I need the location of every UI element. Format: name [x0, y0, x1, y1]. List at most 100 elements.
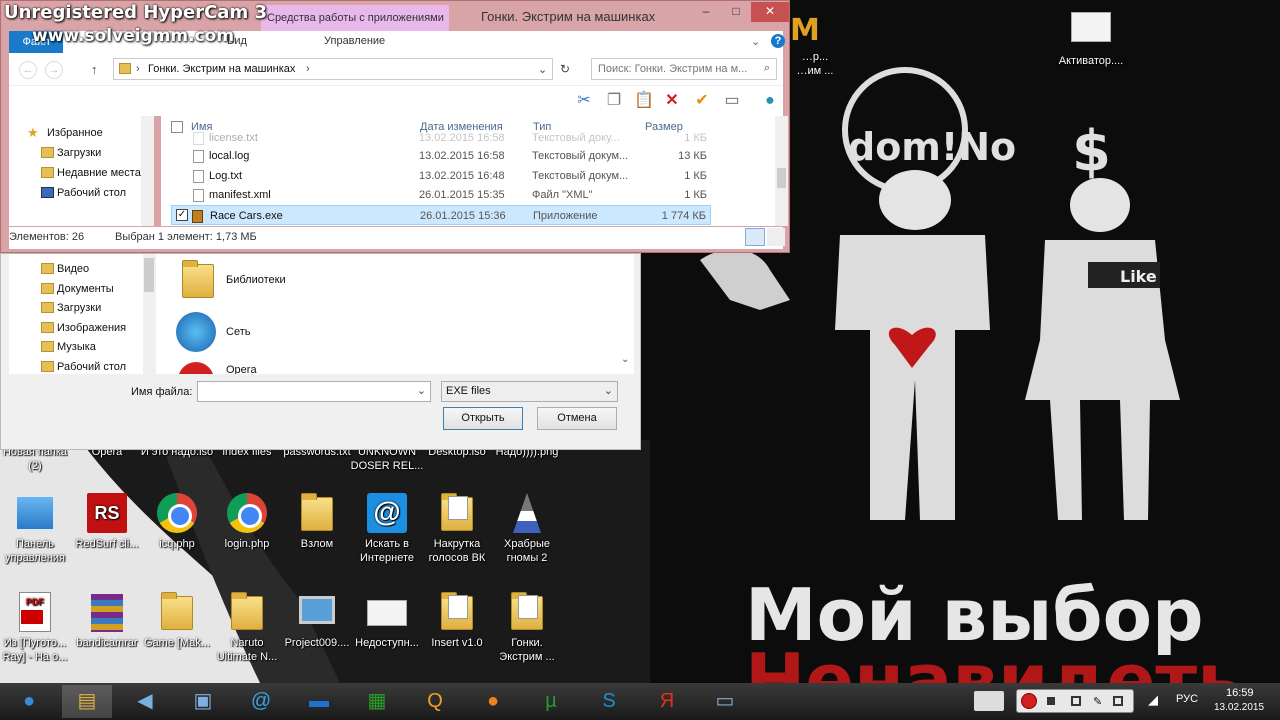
- desktop-icon[interactable]: Накрутка голосов ВК: [420, 493, 494, 565]
- file-type-select[interactable]: EXE files ⌄: [441, 381, 618, 402]
- file-row[interactable]: ✓ Race Cars.exe 26.01.2015 15:36 Приложение…: [171, 205, 711, 225]
- dialog-nav-item[interactable]: Документы: [41, 280, 114, 298]
- dialog-nav-item[interactable]: Загрузки: [41, 299, 101, 317]
- desktop-icon[interactable]: Naruto Ultimate N...: [210, 592, 284, 664]
- desktop-icon[interactable]: Храбрые гномы 2: [490, 493, 564, 565]
- clock-time[interactable]: 16:59: [1226, 687, 1254, 699]
- properties-icon[interactable]: ▭: [721, 90, 743, 112]
- nav-item-recent[interactable]: Недавние места: [41, 164, 141, 182]
- utorrent-icon[interactable]: µ: [526, 685, 576, 718]
- store-app-icon[interactable]: ▦: [352, 685, 402, 718]
- nav-scrollbar[interactable]: [141, 116, 154, 226]
- desktop-icon[interactable]: login.php: [210, 493, 284, 551]
- tab-manage[interactable]: Управление: [324, 35, 385, 47]
- desktop-icon[interactable]: Game [Mak...: [140, 592, 214, 650]
- refresh-icon[interactable]: ↻: [560, 62, 570, 76]
- row-checkbox[interactable]: ✓: [176, 209, 188, 221]
- activator-app-icon[interactable]: ▭: [700, 685, 750, 718]
- minimize-button[interactable]: –: [693, 2, 719, 22]
- nav-item-downloads[interactable]: Загрузки: [41, 144, 101, 162]
- desktop-icon[interactable]: Project009....: [280, 592, 354, 650]
- item-libraries[interactable]: Библиотеки: [226, 274, 286, 286]
- desktop-icon[interactable]: Insert v1.0: [420, 592, 494, 650]
- desktop-icon[interactable]: RS RedSurf cli...: [70, 493, 144, 551]
- dialog-nav-item[interactable]: Музыка: [41, 338, 96, 356]
- maximize-button[interactable]: □: [723, 2, 749, 22]
- file-row[interactable]: manifest.xml 26.01.2015 15:35 Файл "XML" 1 …: [171, 185, 711, 205]
- back-button[interactable]: ←: [19, 61, 37, 79]
- screen-app-icon[interactable]: ▣: [178, 685, 228, 718]
- search-app-icon[interactable]: Q: [410, 685, 460, 718]
- scrollbar-thumb[interactable]: [144, 258, 154, 292]
- chevron-down-icon[interactable]: ⌄: [538, 63, 547, 76]
- pause-icon[interactable]: [1021, 693, 1037, 709]
- file-row[interactable]: Log.txt 13.02.2015 16:48 Текстовый докум..…: [171, 166, 711, 186]
- window-icon[interactable]: [1071, 696, 1081, 706]
- desktop-icon[interactable]: icq.php: [140, 493, 214, 551]
- open-button[interactable]: Открыть: [443, 407, 523, 430]
- chevron-right-icon[interactable]: ›: [306, 63, 310, 75]
- address-bar[interactable]: › Гонки. Экстрим на машинках › ⌄: [113, 58, 553, 80]
- speaker-app-icon[interactable]: ◀: [120, 685, 170, 718]
- dialog-nav-scrollbar[interactable]: [143, 254, 155, 374]
- delete-icon[interactable]: ✕: [661, 90, 683, 112]
- help-icon[interactable]: ?: [771, 34, 785, 48]
- dialog-nav-item[interactable]: Изображения: [41, 319, 126, 337]
- start-orb-icon[interactable]: ●: [4, 685, 54, 718]
- close-button[interactable]: ✕: [751, 2, 789, 22]
- address-row: ← → ↑ › Гонки. Экстрим на машинках › ⌄ ↻…: [9, 53, 783, 86]
- desktop-icon[interactable]: bandicamrar: [70, 592, 144, 650]
- item-opera[interactable]: Opera: [226, 364, 257, 374]
- language-indicator[interactable]: РУС: [1176, 693, 1198, 705]
- nav-item-favorites[interactable]: ★ Избранное: [27, 124, 103, 142]
- forward-button[interactable]: →: [45, 61, 63, 79]
- desktop-icon[interactable]: PDF Из [Пугото... Ray] - На о...: [0, 592, 72, 664]
- file-row[interactable]: local.log 13.02.2015 16:58 Текстовый докум…: [171, 146, 711, 166]
- dialog-nav-item[interactable]: Рабочий стол: [41, 358, 126, 376]
- desktop-icon[interactable]: Взлом: [280, 493, 354, 551]
- network-tray-icon[interactable]: ◢: [1148, 692, 1158, 708]
- nav-item-desktop[interactable]: Рабочий стол: [41, 184, 126, 202]
- yandex-icon[interactable]: Я: [642, 685, 692, 718]
- keyboard-icon[interactable]: [974, 691, 1004, 711]
- dialog-nav-item[interactable]: Видео: [41, 260, 89, 278]
- stop-icon[interactable]: [1047, 697, 1055, 705]
- chevron-down-icon: ⌄: [603, 385, 613, 397]
- pdf-icon: PDF: [13, 592, 57, 632]
- desktop-icon[interactable]: Недоступн...: [350, 592, 424, 650]
- ribbon-expand-icon[interactable]: ⌄: [751, 35, 760, 48]
- file-row[interactable]: license.txt 13.02.2015 16:58 Текстовый док…: [171, 128, 711, 148]
- tiles-view-icon[interactable]: [767, 228, 785, 246]
- desktop-icon[interactable]: @ Искать в Интернете: [350, 493, 424, 565]
- details-view-icon[interactable]: [745, 228, 765, 246]
- tools-icon[interactable]: ✎: [1093, 695, 1102, 708]
- filename-input[interactable]: ⌄: [197, 381, 431, 402]
- file-explorer-icon[interactable]: ▤: [62, 685, 112, 718]
- rename-check-icon[interactable]: ✔: [691, 90, 713, 112]
- up-arrow-icon[interactable]: ↑: [91, 62, 98, 77]
- file-list-scrollbar[interactable]: [775, 116, 788, 226]
- paste-icon[interactable]: 📋: [633, 90, 655, 112]
- desktop-icon: [41, 187, 54, 198]
- firefox-icon[interactable]: ●: [468, 685, 518, 718]
- copy-icon[interactable]: ❐: [603, 90, 625, 112]
- desktop-icon-partial-top[interactable]: …р... …им ...: [790, 50, 840, 78]
- desktop-icon[interactable]: Гонки. Экстрим ...: [490, 592, 564, 664]
- clock-date[interactable]: 13.02.2015: [1214, 702, 1264, 713]
- globe-icon[interactable]: ●: [759, 90, 781, 112]
- chevron-down-icon[interactable]: ⌄: [621, 354, 629, 365]
- search-input[interactable]: Поиск: Гонки. Экстрим на м... ⌕: [591, 58, 777, 80]
- icq-app-icon[interactable]: @: [236, 685, 286, 718]
- cut-icon[interactable]: ✂: [573, 90, 595, 112]
- settings-icon[interactable]: [1113, 696, 1123, 706]
- hypercam-control-bar[interactable]: ✎: [1016, 689, 1134, 713]
- top-logo: M: [790, 13, 820, 48]
- desktop-icon[interactable]: Панель управления: [0, 493, 72, 565]
- item-network[interactable]: Сеть: [226, 326, 250, 338]
- skype-icon[interactable]: S: [584, 685, 634, 718]
- cancel-button[interactable]: Отмена: [537, 407, 617, 430]
- file-name: Log.txt: [209, 170, 243, 182]
- lenovo-app-icon[interactable]: ▬: [294, 685, 344, 718]
- scrollbar-thumb[interactable]: [777, 168, 786, 188]
- desktop-icon-activator[interactable]: Активатор....: [1054, 10, 1128, 68]
